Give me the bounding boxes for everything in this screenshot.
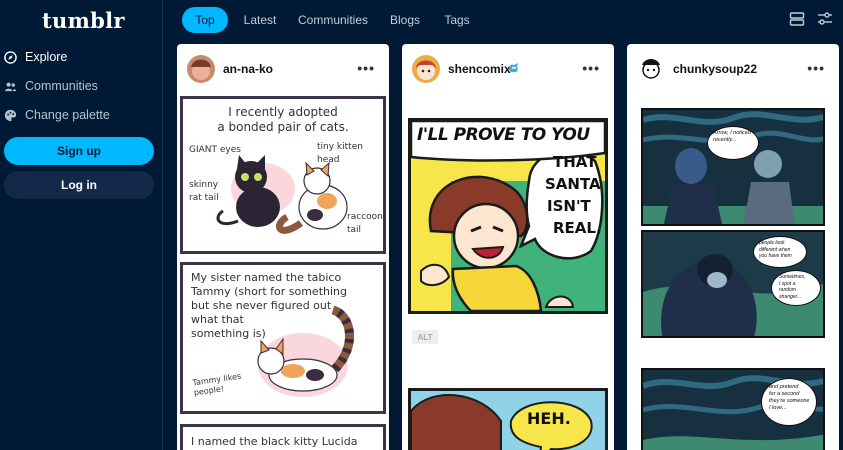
tab-communities[interactable]: Communities bbox=[296, 7, 370, 33]
avatar[interactable] bbox=[637, 55, 665, 83]
comic-bubble-text: stranger... bbox=[779, 293, 802, 300]
palette-icon bbox=[4, 109, 17, 122]
comic-bubble-text: recently... bbox=[713, 137, 737, 143]
sidebar-item-explore[interactable]: Explore bbox=[4, 46, 67, 68]
more-options-icon[interactable]: ••• bbox=[357, 60, 375, 76]
verified-icon bbox=[508, 61, 520, 79]
layout-toggle-icon[interactable] bbox=[789, 11, 805, 27]
heh-comic-illustration bbox=[411, 394, 593, 450]
post-username[interactable]: chunkysoup22 bbox=[673, 62, 757, 76]
comic-bubble-text: they're someone bbox=[769, 398, 810, 404]
comic-speech-text: I'LL PROVE TO YOU bbox=[417, 125, 590, 145]
tab-top[interactable]: Top bbox=[182, 7, 228, 33]
comic-text-line: I named the black kitty Lucida Sans bbox=[191, 435, 358, 450]
comic-panel: My sister named the tabico Tammy (short … bbox=[180, 262, 386, 414]
comic-panel: and pretend for a second they're someone… bbox=[641, 368, 825, 450]
comic-speech-text: THAT bbox=[553, 153, 597, 171]
post-card: an-na-ko ••• I recently adopted a bonded… bbox=[177, 44, 389, 450]
tab-latest[interactable]: Latest bbox=[236, 7, 284, 33]
more-options-icon[interactable]: ••• bbox=[582, 60, 600, 76]
comic-speech-text: SANTA bbox=[545, 175, 601, 193]
comic-bubble-text: you have them bbox=[759, 253, 792, 259]
tab-tags[interactable]: Tags bbox=[440, 7, 474, 33]
tumblr-logo[interactable]: tumblr bbox=[42, 8, 125, 33]
comic-bubble-text: for a second bbox=[769, 391, 800, 397]
post-header: chunkysoup22 ••• bbox=[627, 44, 839, 92]
post-card: chunkysoup22 ••• Arrow, I noticed recent… bbox=[627, 44, 839, 450]
log-in-button[interactable]: Log in bbox=[4, 171, 154, 199]
comic-bubble-text: Arrow, I noticed bbox=[713, 130, 751, 136]
sidebar-item-change-palette[interactable]: Change palette bbox=[4, 104, 110, 126]
post-username[interactable]: shencomix bbox=[448, 62, 511, 76]
post-header: an-na-ko ••• bbox=[177, 44, 389, 92]
alt-text-badge[interactable]: ALT bbox=[412, 330, 438, 344]
sidebar-item-communities[interactable]: Communities bbox=[4, 75, 98, 97]
post-card: shencomix ••• I'LL PROVE TO YOU THAT SAN… bbox=[402, 44, 614, 450]
post-header: shencomix ••• bbox=[402, 44, 614, 92]
comic-bubble-text: and pretend bbox=[769, 384, 799, 390]
comic-panel: I named the black kitty Lucida Sans bbox=[180, 424, 386, 450]
more-options-icon[interactable]: ••• bbox=[807, 60, 825, 76]
sidebar: tumblr Explore Communities Change palett… bbox=[0, 0, 163, 450]
people-icon bbox=[4, 80, 17, 93]
sliders-icon[interactable] bbox=[817, 11, 833, 27]
comic-speech-text: REAL. bbox=[553, 219, 602, 237]
comic-panel: Arrow, I noticed recently... bbox=[641, 108, 825, 226]
comic-speech-text: HEH. bbox=[527, 409, 571, 428]
comic-panel: HEH. bbox=[408, 388, 608, 450]
comic-panel: people look different when you have them… bbox=[641, 230, 825, 338]
avatar[interactable] bbox=[187, 55, 215, 83]
post-username[interactable]: an-na-ko bbox=[223, 62, 273, 76]
sidebar-item-label: Change palette bbox=[25, 108, 110, 122]
comic-panel: I recently adopted a bonded pair of cats… bbox=[180, 96, 386, 254]
comic-panel: I'LL PROVE TO YOU THAT SANTA ISN'T REAL. bbox=[408, 118, 608, 314]
tab-blogs[interactable]: Blogs bbox=[386, 7, 424, 33]
comic-bubble-text: Sometimes, bbox=[779, 274, 806, 280]
cats-illustration bbox=[216, 155, 348, 234]
santa-comic-illustration bbox=[411, 121, 605, 311]
comic-speech-text: ISN'T bbox=[547, 197, 591, 215]
sidebar-item-label: Communities bbox=[25, 79, 98, 93]
comic-bubble-text: I love... bbox=[769, 405, 787, 411]
compass-icon bbox=[4, 50, 17, 64]
sidebar-item-label: Explore bbox=[25, 50, 68, 64]
avatar[interactable] bbox=[412, 55, 440, 83]
sign-up-button[interactable]: Sign up bbox=[4, 137, 154, 165]
